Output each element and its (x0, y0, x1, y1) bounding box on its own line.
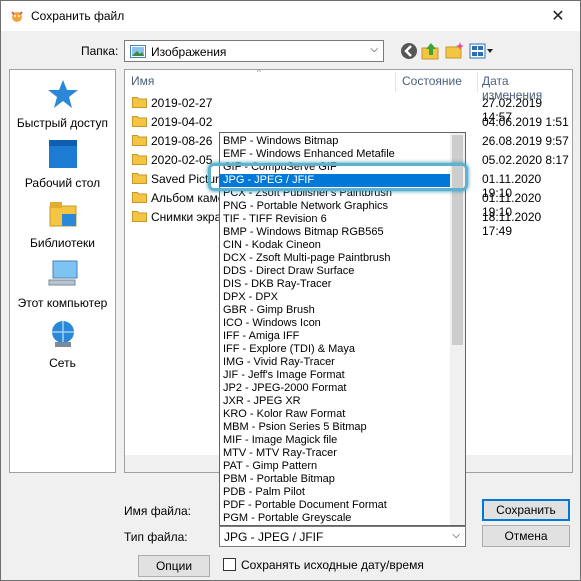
dropdown-option[interactable]: JXR - JPEG XR (220, 395, 452, 408)
folder-value: Изображения (151, 45, 227, 59)
chevron-down-icon: ⌵ (370, 44, 378, 55)
dropdown-option[interactable]: MBM - Psion Series 5 Bitmap (220, 421, 452, 434)
file-date: 04.06.2019 1:51 (482, 115, 569, 129)
filetype-dropdown-list[interactable]: BMP - Windows Bitmap EMF - Windows Enhanc… (219, 132, 466, 526)
dropdown-option[interactable]: PDB - Palm Pilot (220, 486, 452, 499)
dropdown-option[interactable]: DCX - Zsoft Multi-page Paintbrush (220, 252, 452, 265)
dropdown-option[interactable]: DIS - DKB Ray-Tracer (220, 278, 452, 291)
folder-label: Папка: (81, 44, 119, 58)
dropdown-option[interactable]: PAT - Gimp Pattern (220, 460, 452, 473)
new-folder-icon[interactable] (445, 41, 465, 61)
folder-icon (132, 154, 147, 165)
folder-icon (132, 173, 147, 184)
place-libraries[interactable]: Библиотеки (10, 198, 115, 256)
dropdown-option[interactable]: PDF - Portable Document Format (220, 499, 452, 512)
column-header-name[interactable]: Имя (131, 70, 154, 92)
folder-icon (132, 211, 147, 222)
place-label: Этот компьютер (17, 296, 108, 310)
column-separator[interactable] (477, 72, 478, 92)
file-row[interactable]: 2019-04-02 04.06.2019 1:51 (125, 113, 572, 131)
dropdown-scrollbar[interactable] (450, 133, 465, 525)
dropdown-option[interactable]: MTV - MTV Ray-Tracer (220, 447, 452, 460)
cancel-button[interactable]: Отмена (482, 525, 570, 547)
places-bar: Быстрый доступ Рабочий стол Библиотеки Э… (9, 69, 116, 473)
file-row[interactable]: 2019-02-27 27.02.2019 14:57 (125, 94, 572, 124)
sort-ascending-icon: ^ (257, 69, 261, 77)
dropdown-option[interactable]: IFF - Amiga IFF (220, 330, 452, 343)
desktop-icon (49, 140, 77, 168)
chevron-down-icon: ⌵ (452, 530, 460, 541)
file-date: 18.11.2020 17:49 (482, 210, 542, 238)
save-file-dialog: Сохранить файл ✕ Папка: Изображения ⌵ Бы… (0, 0, 581, 581)
pictures-folder-icon (130, 45, 146, 58)
computer-icon (48, 260, 78, 286)
dropdown-option[interactable]: ICO - Windows Icon (220, 317, 452, 330)
keep-date-checkbox[interactable] (223, 558, 236, 571)
options-button[interactable]: Опции (138, 555, 210, 577)
dropdown-option[interactable]: MIF - Image Magick file (220, 434, 452, 447)
place-label: Сеть (49, 356, 76, 370)
keep-date-label[interactable]: Сохранять исходные дату/время (241, 558, 424, 572)
dropdown-option[interactable]: JIF - Jeff's Image Format (220, 369, 452, 382)
folder-icon (132, 97, 147, 108)
filetype-value: JPG - JPEG / JFIF (224, 530, 324, 544)
dropdown-option[interactable]: BMP - Windows Bitmap (220, 135, 452, 148)
up-folder-icon[interactable] (421, 41, 441, 61)
folder-icon (132, 116, 147, 127)
back-icon[interactable] (399, 41, 419, 61)
dropdown-option[interactable]: EMF - Windows Enhanced Metafile (220, 148, 452, 161)
file-name: 2019-04-02 (151, 115, 213, 129)
folder-icon (132, 135, 147, 146)
selection-highlight-frame (208, 163, 468, 191)
place-desktop[interactable]: Рабочий стол (10, 138, 115, 196)
folder-icon (132, 192, 147, 203)
dropdown-option[interactable]: PGM - Portable Greyscale (220, 512, 452, 525)
place-network[interactable]: Сеть (10, 318, 115, 376)
filetype-label: Тип файла: (124, 530, 188, 544)
dropdown-option[interactable]: JP2 - JPEG-2000 Format (220, 382, 452, 395)
place-label: Рабочий стол (24, 176, 101, 190)
app-icon (11, 11, 23, 22)
dropdown-option[interactable]: IMG - Vivid Ray-Tracer (220, 356, 452, 369)
window-title: Сохранить файл (31, 9, 125, 23)
folder-select[interactable]: Изображения ⌵ (124, 40, 384, 62)
star-icon (48, 80, 78, 108)
dropdown-option[interactable]: IFF - Explore (TDI) & Maya (220, 343, 452, 356)
file-date: 26.08.2019 9:57 (482, 134, 569, 148)
filetype-select[interactable]: JPG - JPEG / JFIF ⌵ (219, 526, 466, 547)
column-header-date[interactable]: Дата изменения (482, 70, 572, 102)
place-this-pc[interactable]: Этот компьютер (10, 258, 115, 316)
network-icon (52, 321, 74, 347)
place-quick-access[interactable]: Быстрый доступ (10, 78, 115, 136)
column-header-status[interactable]: Состояние (402, 70, 462, 92)
dropdown-option[interactable]: KRO - Kolor Raw Format (220, 408, 452, 421)
file-name: 2020-02-05 (151, 153, 213, 167)
place-label: Быстрый доступ (16, 116, 109, 130)
dropdown-option[interactable]: PBM - Portable Bitmap (220, 473, 452, 486)
dropdown-option[interactable]: GBR - Gimp Brush (220, 304, 452, 317)
dropdown-option[interactable]: DDS - Direct Draw Surface (220, 265, 452, 278)
dropdown-option[interactable]: DPX - DPX (220, 291, 452, 304)
column-separator[interactable] (395, 72, 396, 92)
dropdown-option[interactable]: BMP - Windows Bitmap RGB565 (220, 226, 452, 239)
libraries-icon (49, 202, 77, 227)
dropdown-option[interactable]: CIN - Kodak Cineon (220, 239, 452, 252)
file-date: 05.02.2020 8:17 (482, 153, 569, 167)
dropdown-option[interactable]: TIF - TIFF Revision 6 (220, 213, 452, 226)
close-icon: ✕ (551, 8, 565, 25)
file-name: 2019-02-27 (151, 96, 213, 110)
filename-label: Имя файла: (124, 504, 191, 518)
close-button[interactable]: ✕ (536, 1, 580, 31)
dropdown-option[interactable]: PNG - Portable Network Graphics (220, 200, 452, 213)
title-bar: Сохранить файл ✕ (1, 1, 580, 31)
file-name: 2019-08-26 (151, 134, 213, 148)
place-label: Библиотеки (29, 236, 95, 250)
view-menu-icon[interactable] (469, 41, 495, 61)
save-button[interactable]: Сохранить (482, 499, 570, 521)
